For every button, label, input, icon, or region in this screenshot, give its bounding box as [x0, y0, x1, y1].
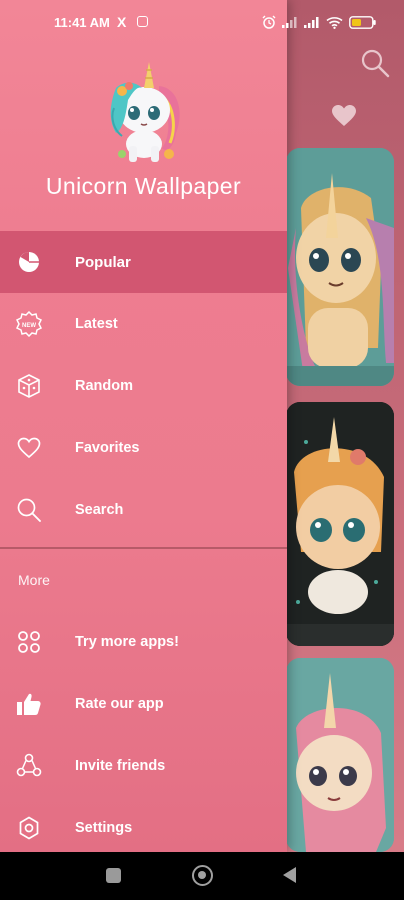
menu-item-invite-friends[interactable]: Invite friends	[0, 735, 287, 797]
menu-item-rate-our-app[interactable]: Rate our app	[0, 673, 287, 735]
heart-icon[interactable]	[331, 104, 357, 128]
instagram-icon	[137, 16, 148, 27]
menu-item-try-more-apps[interactable]: Try more apps!	[0, 611, 287, 673]
menu-item-label: Try more apps!	[75, 634, 179, 650]
dice-icon	[16, 373, 42, 399]
menu-item-settings[interactable]: Settings	[0, 797, 287, 859]
search-icon	[16, 497, 42, 523]
search-icon[interactable]	[360, 48, 390, 78]
battery-icon	[349, 15, 376, 29]
svg-text:NEW: NEW	[22, 323, 36, 329]
wallpaper-card[interactable]	[286, 402, 394, 646]
wallpaper-card[interactable]	[286, 148, 394, 386]
menu-item-label: Latest	[75, 316, 118, 332]
pie-chart-icon	[16, 249, 42, 275]
menu-item-label: Search	[75, 502, 124, 518]
menu-item-random[interactable]: Random	[0, 355, 287, 417]
menu-item-latest[interactable]: NEW Latest	[0, 293, 287, 355]
drawer-divider	[0, 547, 287, 549]
apps-grid-icon	[16, 629, 42, 655]
back-button[interactable]	[283, 867, 296, 883]
thumbs-up-icon	[16, 691, 42, 717]
status-time: 11:41 AM	[54, 15, 110, 30]
menu-item-label: Favorites	[75, 440, 140, 456]
menu-item-popular[interactable]: Popular	[0, 231, 287, 293]
menu-item-label: Rate our app	[75, 696, 164, 712]
status-icons	[262, 14, 377, 30]
unicorn-logo	[110, 62, 180, 162]
x-icon: X	[117, 14, 127, 30]
recents-button[interactable]	[106, 868, 121, 883]
navigation-drawer: Unicorn Wallpaper Popular NEW Latest Ran…	[0, 0, 287, 852]
wifi-icon	[326, 16, 343, 29]
menu-item-label: Invite friends	[75, 758, 166, 774]
menu-item-favorites[interactable]: Favorites	[0, 417, 287, 479]
wallpaper-card[interactable]	[286, 658, 394, 852]
menu-item-label: Popular	[75, 253, 131, 271]
signal-icon	[304, 17, 319, 28]
alarm-icon	[262, 15, 276, 29]
status-bar: 11:41 AM X	[0, 0, 404, 42]
menu-item-label: Settings	[75, 820, 133, 836]
signal-icon	[282, 17, 297, 28]
settings-gear-icon	[16, 815, 42, 841]
section-header-more: More	[18, 572, 50, 588]
menu-item-search[interactable]: Search	[0, 479, 287, 541]
new-badge-icon: NEW	[16, 311, 42, 337]
menu-item-label: Random	[75, 378, 133, 394]
heart-icon	[16, 435, 42, 461]
share-icon	[16, 753, 42, 779]
app-title: Unicorn Wallpaper	[45, 173, 242, 199]
home-button[interactable]	[192, 865, 213, 886]
